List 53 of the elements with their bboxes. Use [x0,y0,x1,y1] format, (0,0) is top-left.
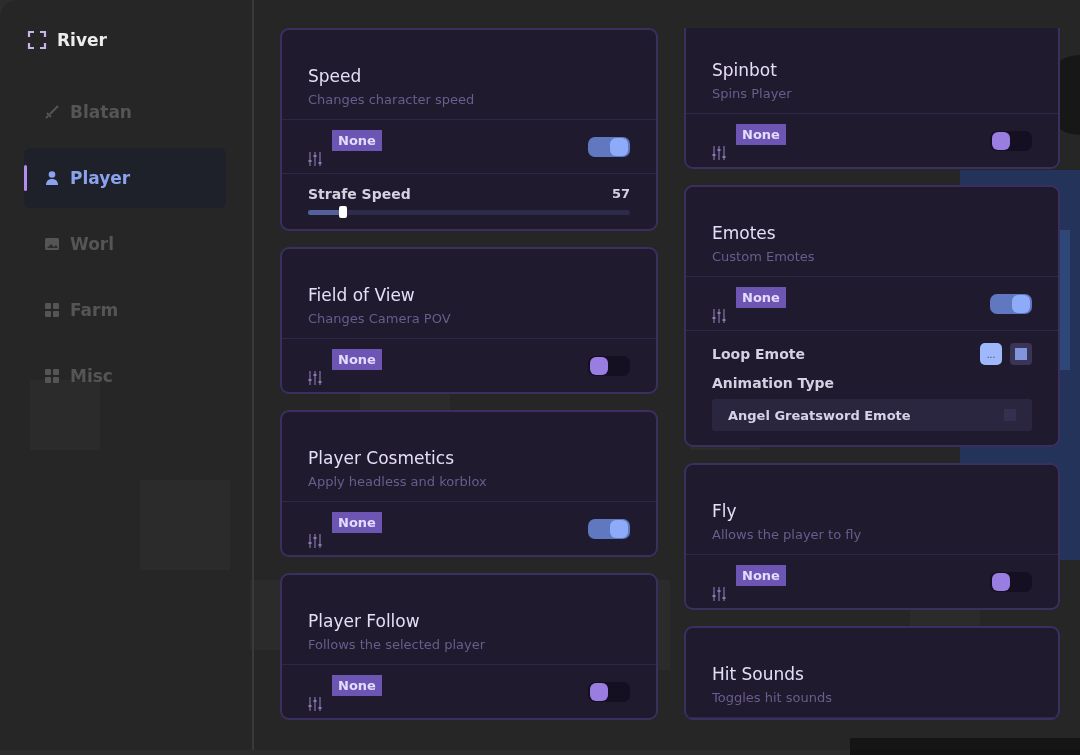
toggle-switch[interactable] [588,136,630,157]
slider-value: 57 [611,186,630,202]
module-title: Fly [712,501,738,521]
frame-corners-icon [27,30,47,50]
module-description: Apply headless and korblox [308,474,488,489]
sliders-icon[interactable] [712,586,726,602]
module-title: Field of View [308,285,416,305]
sliders-icon[interactable] [712,308,726,324]
toggle-switch[interactable] [588,355,630,376]
sliders-icon[interactable] [308,370,322,386]
sword-icon [44,104,60,120]
module-title: Spinbot [712,60,778,80]
module-title: Hit Sounds [712,664,805,684]
keybind-button[interactable]: ... [980,343,1002,365]
dropdown[interactable]: Angel Greatsword Emote [712,399,1032,431]
toggle-switch[interactable] [990,130,1032,151]
module-title: Speed [308,66,363,86]
keybind-button[interactable]: None [332,349,382,370]
module-title: Player Follow [308,611,421,631]
image-icon [44,236,60,252]
keybind-button[interactable]: None [332,512,382,533]
keybind-button[interactable]: None [736,287,786,308]
keybind-button[interactable]: None [332,130,382,151]
module-description: Changes character speed [308,92,476,107]
toggle-switch[interactable] [588,518,630,539]
sliders-icon[interactable] [308,533,322,549]
sliders-icon[interactable] [308,696,322,712]
module-title: Emotes [712,223,777,243]
grid-icon [44,368,60,384]
sliders-icon[interactable] [308,151,322,167]
option-label: Animation Type [712,375,836,391]
option-label: Loop Emote [712,346,805,362]
keybind-button[interactable]: None [332,675,382,696]
sliders-icon[interactable] [712,145,726,161]
module-title: Player Cosmetics [308,448,456,468]
app-title: River [57,30,107,50]
checkbox[interactable] [1010,343,1032,365]
module-description: Allows the player to fly [712,527,863,542]
slider-label: Strafe Speed [308,186,411,202]
grid-icon [44,302,60,318]
module-description: Changes Camera POV [308,311,452,326]
module-description: Spins Player [712,86,793,101]
keybind-button[interactable]: None [736,565,786,586]
toggle-switch[interactable] [588,681,630,702]
module-description: Toggles hit sounds [712,690,833,705]
slider-thumb[interactable] [339,206,348,218]
module-description: Follows the selected player [308,637,487,652]
keybind-button[interactable]: None [736,124,786,145]
person-icon [44,170,60,186]
toggle-switch[interactable] [990,571,1032,592]
toggle-switch[interactable] [990,293,1032,314]
module-description: Custom Emotes [712,249,816,264]
sidebar-item[interactable]: Player [24,148,226,208]
